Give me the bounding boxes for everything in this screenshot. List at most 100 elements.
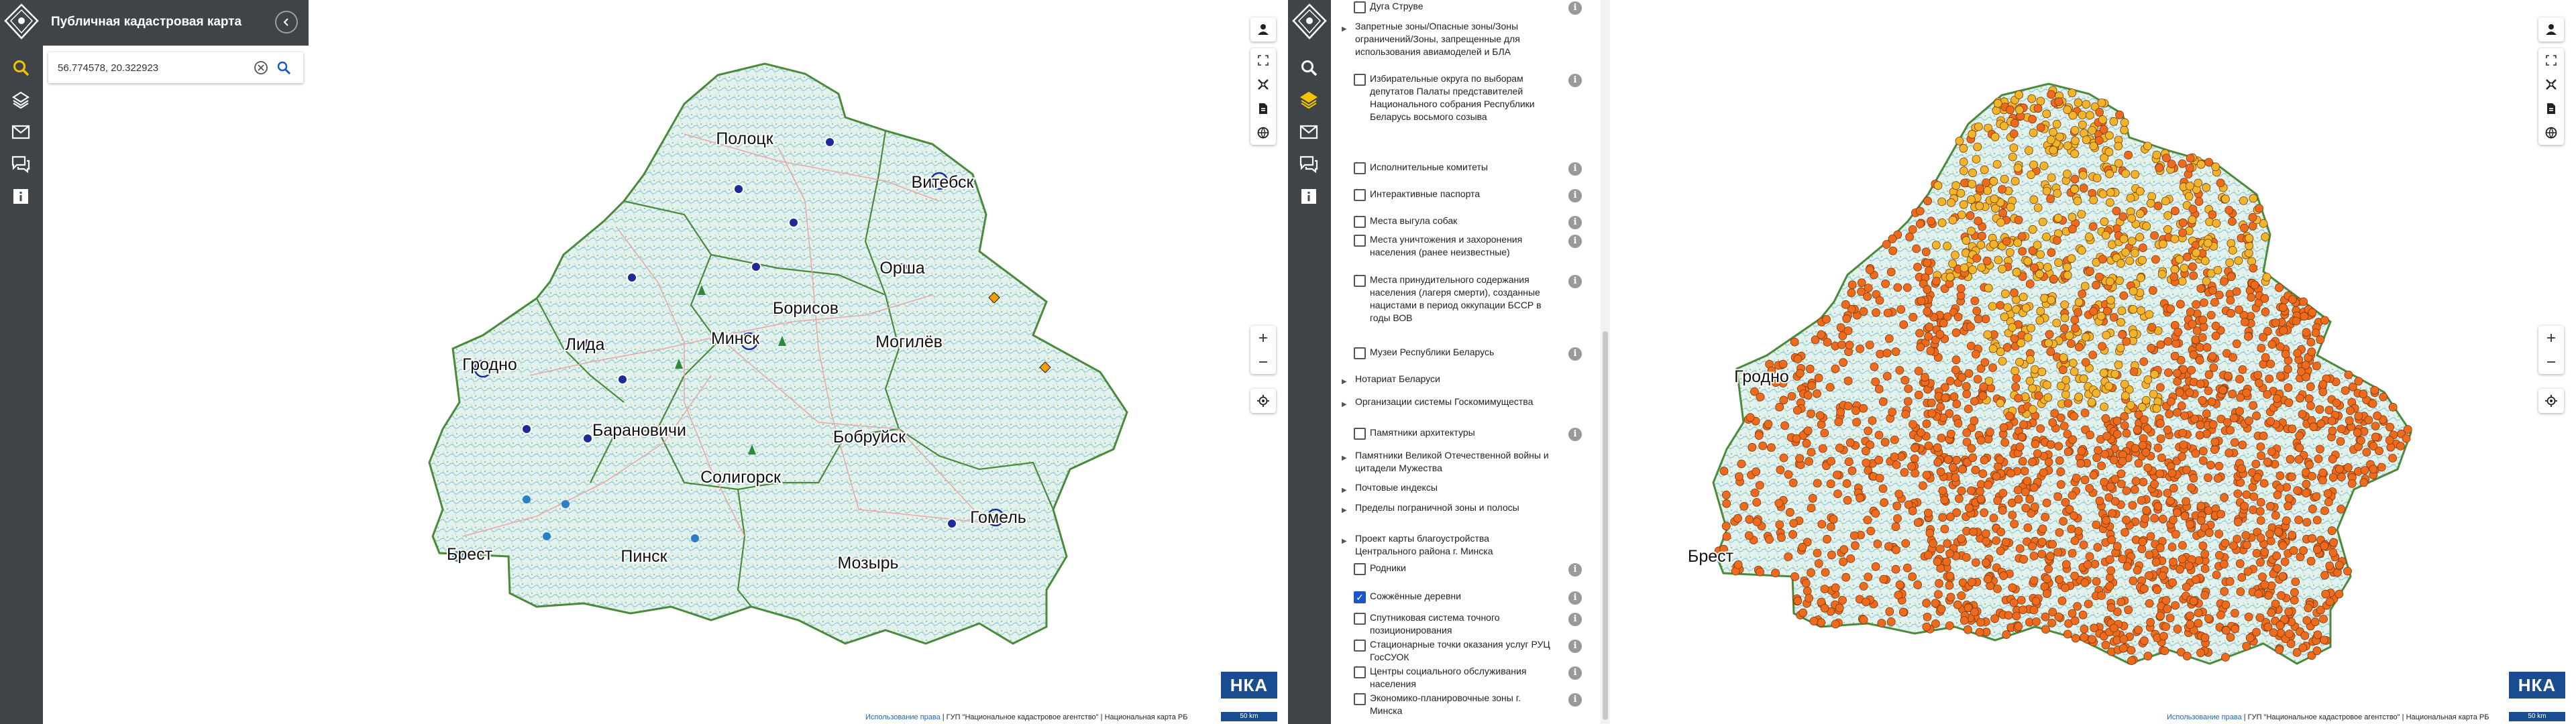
info-icon[interactable] (1297, 185, 1320, 208)
layer-info-icon[interactable]: i (1568, 613, 1582, 626)
scrollbar-thumb[interactable] (1603, 331, 1608, 720)
layer-group-label[interactable]: Почтовые индексы (1355, 481, 1550, 494)
layer-group-label[interactable]: Проект карты благоустройства Центральног… (1355, 532, 1550, 558)
city-label: Солигорск (700, 468, 782, 487)
layers-icon[interactable] (9, 88, 32, 111)
layer-info-icon[interactable]: i (1568, 275, 1582, 288)
layer-info-icon[interactable]: i (1568, 563, 1582, 577)
layer-info-icon[interactable]: i (1568, 235, 1582, 248)
search-icon[interactable] (9, 56, 32, 79)
layer-info-icon[interactable]: i (1568, 347, 1582, 361)
envelope-icon[interactable] (1297, 121, 1320, 143)
measure-icon[interactable] (2538, 72, 2564, 97)
zoom-in-icon[interactable] (1250, 326, 1276, 350)
layer-checkbox[interactable] (1354, 1, 1366, 13)
expand-arrow-icon[interactable]: ▶ (1342, 23, 1347, 36)
document-icon[interactable] (2538, 97, 2564, 121)
layer-label: Интерактивные паспорта (1370, 188, 1481, 199)
layer-checkbox[interactable] (1354, 216, 1366, 228)
app-logo[interactable] (1291, 3, 1328, 40)
layer-checkbox[interactable] (1354, 640, 1366, 652)
city-label: Витебск (912, 173, 975, 192)
city-label: Полоцк (716, 129, 773, 148)
search-icon[interactable] (1297, 56, 1320, 79)
clear-search-icon[interactable] (254, 60, 268, 75)
layers-scrollbar[interactable] (1601, 0, 1610, 724)
zoom-out-icon[interactable] (2538, 350, 2564, 374)
zoom-out-icon[interactable] (1250, 350, 1276, 374)
layer-checkbox[interactable] (1354, 347, 1366, 359)
layer-info-icon[interactable]: i (1568, 666, 1582, 680)
info-icon[interactable] (9, 185, 32, 208)
layer-checkbox[interactable] (1354, 74, 1366, 86)
layer-checkbox[interactable] (1354, 563, 1366, 575)
layer-checkbox[interactable] (1354, 428, 1366, 440)
measure-icon[interactable] (1250, 72, 1276, 97)
layer-group-label[interactable]: Памятники Великой Отечественной войны и … (1355, 449, 1550, 475)
expand-arrow-icon[interactable]: ▶ (1342, 452, 1347, 465)
layer-info-icon[interactable]: i (1568, 216, 1582, 229)
layers-icon[interactable] (1297, 88, 1320, 111)
left-screen: Публичная кадастровая карта 56.774578, 2… (0, 0, 1288, 724)
burned-villages-map: Гродно Брест (1686, 82, 2412, 665)
expand-arrow-icon[interactable]: ▶ (1342, 535, 1347, 548)
chevron-left-icon (283, 18, 288, 26)
search-submit-icon[interactable] (276, 60, 291, 75)
map-canvas[interactable]: Гродно Брест НКА 50 km Использование пра… (1610, 0, 2576, 724)
fullscreen-icon[interactable] (1250, 48, 1276, 72)
expand-arrow-icon[interactable]: ▶ (1342, 484, 1347, 497)
map-canvas[interactable]: Полоцк Витебск Орша Лида Борисов Гродно … (309, 0, 1288, 724)
city-label: Брест (447, 545, 493, 564)
layer-info-icon[interactable]: i (1568, 640, 1582, 653)
locate-icon[interactable] (1250, 389, 1276, 413)
city-label: Бобруйск (833, 428, 906, 446)
layer-checkbox[interactable] (1354, 162, 1366, 174)
layer-info-icon[interactable]: i (1568, 591, 1582, 605)
nka-logo: НКА (1221, 672, 1277, 699)
layer-label: Музеи Республики Беларусь (1370, 347, 1495, 357)
terms-link[interactable]: Использование права (2167, 713, 2242, 721)
globe-icon[interactable] (1250, 121, 1276, 145)
app-logo[interactable] (3, 3, 40, 40)
layer-group-label[interactable]: Нотариат Беларуси (1355, 373, 1550, 385)
user-icon[interactable] (2538, 17, 2564, 42)
layer-group-label[interactable]: Запретные зоны/Опасные зоны/Зоны огранич… (1355, 20, 1550, 58)
terms-link[interactable]: Использование права (865, 713, 941, 721)
layer-info-icon[interactable]: i (1568, 428, 1582, 441)
locate-icon[interactable] (2538, 389, 2564, 413)
collapse-panel-button[interactable] (275, 11, 298, 34)
search-input[interactable] (58, 59, 252, 76)
layer-group-label[interactable]: Организации системы Госкомимущества (1355, 396, 1550, 408)
expand-arrow-icon[interactable]: ▶ (1342, 375, 1347, 388)
layer-label: Дуга Струве (1370, 1, 1424, 11)
layer-info-icon[interactable]: i (1568, 1, 1582, 15)
expand-arrow-icon[interactable]: ▶ (1342, 504, 1347, 517)
user-icon[interactable] (1250, 17, 1276, 42)
layer-checkbox[interactable] (1354, 189, 1366, 201)
expand-arrow-icon[interactable]: ▶ (1342, 398, 1347, 411)
layer-info-icon[interactable]: i (1568, 693, 1582, 707)
envelope-icon[interactable] (9, 121, 32, 143)
layer-checkbox[interactable] (1354, 693, 1366, 705)
layer-label: Родники (1370, 562, 1406, 573)
layer-info-icon[interactable]: i (1568, 162, 1582, 176)
layer-info-icon[interactable]: i (1568, 189, 1582, 202)
globe-icon[interactable] (2538, 121, 2564, 145)
chat-icon[interactable] (1297, 153, 1320, 176)
document-icon[interactable] (1250, 97, 1276, 121)
map-attribution: Использование права | ГУП "Национальное … (865, 713, 1188, 721)
city-label: Гомель (970, 508, 1026, 527)
layer-checkbox[interactable] (1354, 666, 1366, 678)
map-tools-group (2538, 48, 2564, 145)
layer-label: Места принудительного содержания населен… (1370, 274, 1542, 323)
layer-checkbox[interactable]: ✓ (1354, 591, 1366, 603)
zoom-in-icon[interactable] (2538, 326, 2564, 350)
layer-label: Центры социального обслуживания населени… (1370, 666, 1527, 689)
layer-checkbox[interactable] (1354, 235, 1366, 247)
layer-info-icon[interactable]: i (1568, 74, 1582, 87)
layer-checkbox[interactable] (1354, 613, 1366, 625)
chat-icon[interactable] (9, 153, 32, 176)
fullscreen-icon[interactable] (2538, 48, 2564, 72)
layer-checkbox[interactable] (1354, 275, 1366, 287)
layer-group-label[interactable]: Пределы пограничной зоны и полосы (1355, 501, 1550, 514)
